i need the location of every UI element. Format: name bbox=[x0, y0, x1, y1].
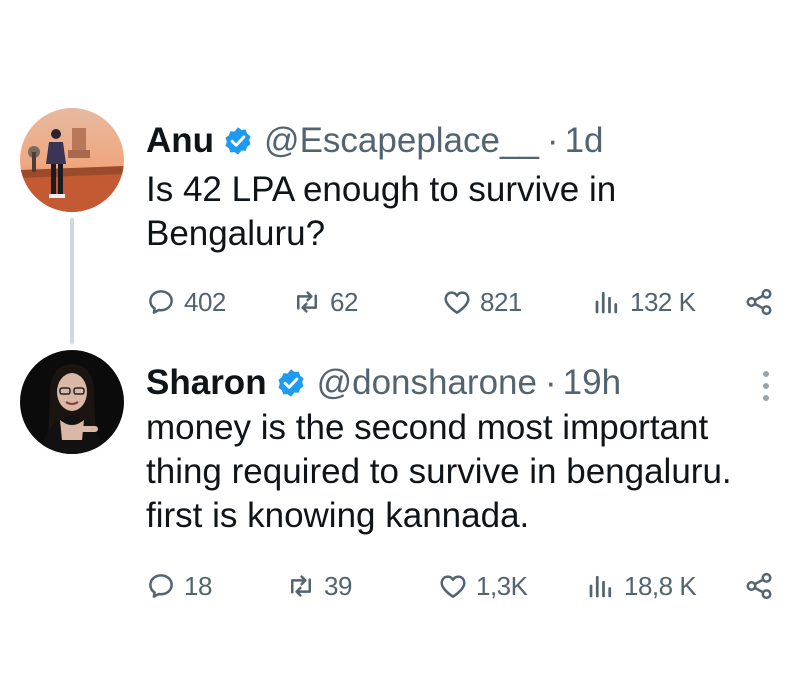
share-icon bbox=[744, 287, 774, 317]
avatar-sharon[interactable] bbox=[20, 350, 124, 454]
tweet-actions: 402 62 821 132 K bbox=[146, 282, 786, 322]
separator: · bbox=[546, 121, 559, 160]
timestamp[interactable]: 19h bbox=[563, 362, 621, 404]
avatar-anu-image bbox=[20, 108, 124, 212]
reply-count: 402 bbox=[184, 286, 226, 317]
tweet-text-line: first is knowing kannada. bbox=[146, 496, 530, 535]
like-count: 821 bbox=[480, 286, 522, 317]
reply-icon bbox=[146, 287, 176, 317]
retweet-button[interactable]: 62 bbox=[292, 282, 358, 322]
tweet-header: Sharon @donsharone · 19h bbox=[146, 362, 621, 404]
tweet-text-line: thing required to survive in bengaluru. bbox=[146, 452, 732, 491]
views-icon bbox=[592, 287, 622, 317]
user-handle[interactable]: @donsharone bbox=[317, 362, 537, 404]
views-count: 132 K bbox=[630, 286, 696, 317]
reply-button[interactable]: 18 bbox=[146, 566, 212, 606]
like-count: 1,3K bbox=[476, 570, 528, 601]
tweet-text-line: money is the second most important bbox=[146, 408, 709, 447]
tweet-text: Is 42 LPA enough to survive in Bengaluru… bbox=[146, 168, 706, 256]
tweet-text-line: Bengaluru? bbox=[146, 214, 326, 253]
avatar-anu[interactable] bbox=[20, 108, 124, 212]
retweet-count: 39 bbox=[324, 570, 352, 601]
more-icon[interactable] bbox=[758, 366, 774, 406]
verified-badge-icon bbox=[275, 367, 307, 399]
display-name[interactable]: Sharon bbox=[146, 362, 267, 404]
tweet-header: Anu @Escapeplace__ · 1d bbox=[146, 120, 604, 162]
retweet-count: 62 bbox=[330, 286, 358, 317]
timestamp[interactable]: 1d bbox=[565, 120, 604, 162]
retweet-button[interactable]: 39 bbox=[286, 566, 352, 606]
thread-connector-line bbox=[70, 218, 74, 344]
retweet-icon bbox=[292, 287, 322, 317]
user-handle[interactable]: @Escapeplace__ bbox=[264, 120, 539, 162]
reply-button[interactable]: 402 bbox=[146, 282, 226, 322]
views-button[interactable]: 132 K bbox=[592, 282, 696, 322]
verified-badge-icon bbox=[222, 125, 254, 157]
share-button[interactable] bbox=[744, 282, 782, 322]
like-button[interactable]: 1,3K bbox=[438, 566, 528, 606]
tweet-text: money is the second most important thing… bbox=[146, 406, 786, 538]
reply-icon bbox=[146, 571, 176, 601]
like-icon bbox=[442, 287, 472, 317]
views-count: 18,8 K bbox=[624, 570, 697, 601]
avatar-sharon-image bbox=[20, 350, 124, 454]
separator: · bbox=[545, 363, 557, 402]
like-icon bbox=[438, 571, 468, 601]
reply-count: 18 bbox=[184, 570, 212, 601]
views-button[interactable]: 18,8 K bbox=[586, 566, 697, 606]
share-button[interactable] bbox=[744, 566, 782, 606]
like-button[interactable]: 821 bbox=[442, 282, 522, 322]
tweet-text-line: Is 42 LPA enough to survive in bbox=[146, 170, 617, 209]
display-name[interactable]: Anu bbox=[146, 120, 214, 162]
views-icon bbox=[586, 571, 616, 601]
tweet-actions: 18 39 1,3K 18,8 K bbox=[146, 566, 786, 606]
retweet-icon bbox=[286, 571, 316, 601]
share-icon bbox=[744, 571, 774, 601]
